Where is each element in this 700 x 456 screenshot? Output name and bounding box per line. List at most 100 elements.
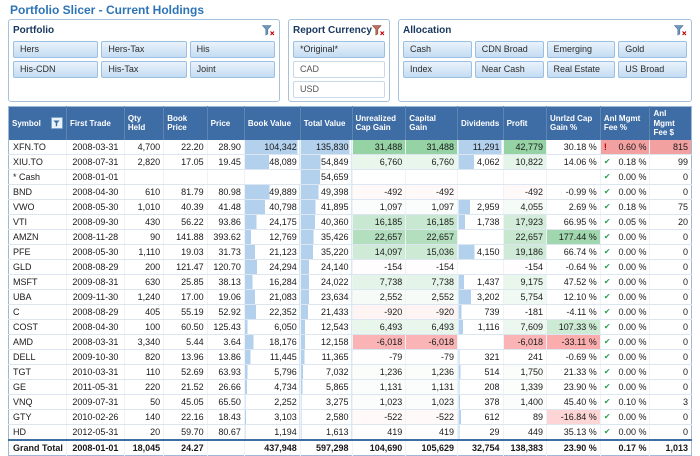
cell-book-value: 5,796 <box>244 364 301 380</box>
cell-book-value: 3,103 <box>244 409 301 425</box>
slicer-portfolio-joint[interactable]: Joint <box>189 61 275 78</box>
portfolio-slicer-header: Portfolio <box>13 23 275 37</box>
col-header-book-price: Book Price <box>163 106 208 140</box>
cell-book-value: 22,352 <box>244 304 301 320</box>
cell-price: 38.13 <box>207 274 245 290</box>
cell-first-trade: 2008-03-31 <box>66 334 125 350</box>
cell-price: 65.50 <box>207 394 245 410</box>
table-row: XIU.TO 2008-07-31 2,820 17.05 19.45 48,089 54,… <box>8 154 692 170</box>
fee-pct-value: 0.60 % <box>618 141 647 152</box>
cell-dividends <box>457 169 504 185</box>
cell-unrealized-cap-gain: 1,023 <box>352 394 407 410</box>
cell-price: 393.62 <box>207 229 245 245</box>
cell-qty-held: 220 <box>124 379 165 395</box>
fee-pct-value: 0.00 % <box>618 351 647 362</box>
cell-book-value: 104,342 <box>244 139 301 155</box>
fee-pct-value: 0.00 % <box>618 426 647 437</box>
cell-profit: 1,400 <box>503 394 548 410</box>
slicer-currency-cad[interactable]: CAD <box>293 61 385 78</box>
cell-symbol: MSFT <box>8 274 67 290</box>
slicer-portfolio-his-tax[interactable]: His-Tax <box>101 61 187 78</box>
cell-book-price: 59.70 <box>163 424 208 441</box>
cell-first-trade: 2008-08-29 <box>66 259 125 275</box>
cell-profit: 4,055 <box>503 199 548 215</box>
cell-book-value: 21,123 <box>244 244 301 260</box>
slicer-portfolio-hers-tax[interactable]: Hers-Tax <box>101 41 187 58</box>
cell-capital-gain: 15,036 <box>405 244 459 260</box>
clear-filter-icon[interactable] <box>371 24 385 36</box>
slicer-allocation-emerging[interactable]: Emerging <box>546 41 616 58</box>
slicer-allocation-us-broad[interactable]: US Broad <box>618 61 687 78</box>
cell-symbol: UBA <box>8 289 67 305</box>
table-row: * Cash 2008-01-01 54,659 ✔ 0.00 % 0 <box>8 169 692 185</box>
slicer-currency-usd[interactable]: USD <box>293 81 385 98</box>
cell-symbol: AMD <box>8 334 67 350</box>
green-check-icon: ✔ <box>603 396 611 406</box>
allocation-slicer-title: Allocation <box>403 24 452 36</box>
cell-symbol: VWO <box>8 199 67 215</box>
clear-filter-icon[interactable] <box>673 24 687 36</box>
cell-book-value: 40,798 <box>244 199 301 215</box>
fee-pct-value: 0.00 % <box>618 306 647 317</box>
cell-symbol: TGT <box>8 364 67 380</box>
cell-unrealized-cap-gain: 7,738 <box>352 274 407 290</box>
slicer-allocation-real-estate[interactable]: Real Estate <box>546 61 616 78</box>
cell-price: 120.70 <box>207 259 245 275</box>
cell-unrealized-cap-gain: 1,131 <box>352 379 407 395</box>
slicer-portfolio-hers[interactable]: Hers <box>13 41 99 58</box>
cell-book-value: 48,089 <box>244 154 301 170</box>
cell-profit: 22,657 <box>503 229 548 245</box>
cell-unrlzd-cap-gain-pct: 47.52 % <box>546 274 601 290</box>
cell-symbol: VTI <box>8 214 67 230</box>
cell-book-value: 18,176 <box>244 334 301 350</box>
col-header-price: Price <box>207 106 245 140</box>
cell-first-trade: 2008-01-01 <box>66 169 125 185</box>
cell-profit: 1,750 <box>503 364 548 380</box>
cell-price: 93.86 <box>207 214 245 230</box>
cell-book-value: 16,284 <box>244 274 301 290</box>
cell-price: 3.64 <box>207 334 245 350</box>
cell-anl-mgmt-fee-pct: ✔ 0.00 % <box>600 304 651 320</box>
slicer-currency-original[interactable]: *Original* <box>293 41 385 58</box>
slicer-allocation-gold[interactable]: Gold <box>618 41 687 58</box>
cell-book-price <box>163 169 208 185</box>
cell-capital-gain: 7,738 <box>405 274 459 290</box>
fee-pct-value: 0.00 % <box>618 381 647 392</box>
cell-unrlzd-cap-gain-pct <box>546 169 601 185</box>
col-header-qty-held: Qty Held <box>124 106 165 140</box>
col-header-anl-mgmt-fee: Anl Mgmt Fee % <box>600 106 651 140</box>
cell-dividends: 4,150 <box>457 244 504 260</box>
symbol-filter-icon[interactable] <box>50 117 63 130</box>
cell-anl-mgmt-fee-usd: 0 <box>649 289 692 305</box>
cell-unrlzd-cap-gain-pct: 14.06 % <box>546 154 601 170</box>
portfolio-slicer-items: Hers Hers-Tax His His-CDN His-Tax Joint <box>13 41 275 78</box>
cell-unrealized-cap-gain: -522 <box>352 409 407 425</box>
cell-total-value: 41,895 <box>300 199 353 215</box>
slicer-portfolio-his[interactable]: His <box>189 41 275 58</box>
cell-capital-gain: 105,629 <box>405 438 459 456</box>
cell-book-value: 11,445 <box>244 349 301 365</box>
cell-total-value: 35,220 <box>300 244 353 260</box>
fee-pct-value: 0.00 % <box>618 246 647 257</box>
cell-symbol: VNQ <box>8 394 67 410</box>
cell-total-value: 49,398 <box>300 184 353 200</box>
cell-anl-mgmt-fee-pct: ✔ 0.00 % <box>600 364 651 380</box>
cell-symbol: PFE <box>8 244 67 260</box>
slicer-allocation-cash[interactable]: Cash <box>403 41 472 58</box>
cell-unrlzd-cap-gain-pct: -0.99 % <box>546 184 601 200</box>
cell-first-trade: 2008-08-29 <box>66 304 125 320</box>
slicer-allocation-index[interactable]: Index <box>403 61 472 78</box>
fee-pct-value: 0.00 % <box>618 366 647 377</box>
cell-anl-mgmt-fee-usd: 0 <box>649 184 692 200</box>
slicer-allocation-cdn-broad[interactable]: CDN Broad <box>474 41 544 58</box>
cell-total-value: 12,543 <box>300 319 353 335</box>
table-row: UBA 2009-11-30 1,240 17.00 19.06 21,083 23,634… <box>8 289 692 305</box>
cell-symbol: AMZN <box>8 229 67 245</box>
cell-unrealized-cap-gain: 14,097 <box>352 244 407 260</box>
cell-first-trade: 2008-07-31 <box>66 154 125 170</box>
slicer-portfolio-his-cdn[interactable]: His-CDN <box>13 61 99 78</box>
slicer-allocation-near-cash[interactable]: Near Cash <box>474 61 544 78</box>
clear-filter-icon[interactable] <box>261 24 275 36</box>
table-row: TGT 2010-03-31 110 52.69 63.93 5,796 7,032 1,23… <box>8 364 692 380</box>
cell-anl-mgmt-fee-usd: 0 <box>649 349 692 365</box>
